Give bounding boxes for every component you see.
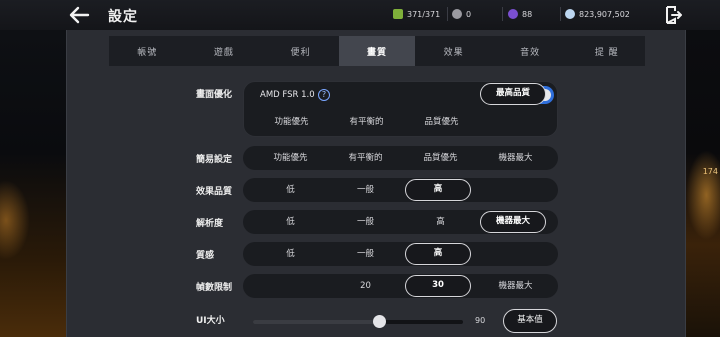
effect-quality-label: 效果品質 — [196, 187, 233, 197]
tab-sound[interactable]: 音效 — [492, 36, 569, 66]
top-bar: 設定 371/371 0 88 823,907,502 — [0, 0, 720, 30]
effect-quality-row: 低 一般 高 — [243, 178, 558, 202]
texture-option-low[interactable]: 低 — [253, 242, 328, 266]
resource-value: 371/371 — [407, 9, 441, 19]
resolution-label: 解析度 — [196, 219, 224, 229]
ui-size-label: UI大小 — [196, 316, 225, 326]
fps-option-max[interactable]: 機器最大 — [478, 274, 553, 298]
resource-silver: 0 — [452, 7, 471, 21]
resolution-option-low[interactable]: 低 — [253, 210, 328, 234]
texture-option-normal[interactable]: 一般 — [328, 242, 403, 266]
ui-size-slider-fill — [253, 320, 379, 324]
settings-panel: 帳號 遊戲 便利 畫質 效果 音效 提 醒 畫面優化 AMD FSR 1.0 ?… — [66, 30, 686, 337]
ui-size-slider-thumb[interactable] — [373, 315, 386, 328]
ui-size-value: 90 — [475, 316, 486, 325]
effect-option-low[interactable]: 低 — [253, 178, 328, 202]
stamina-icon — [393, 9, 403, 19]
simple-option-balanced[interactable]: 有平衡的 — [328, 146, 403, 170]
background-number: 174 — [702, 167, 718, 176]
simple-option-quality[interactable]: 品質優先 — [403, 146, 478, 170]
resolution-option-max[interactable]: 機器最大 — [480, 211, 546, 233]
fsr-option-performance[interactable]: 功能優先 — [254, 110, 329, 134]
resolution-row: 低 一般 高 機器最大 — [243, 210, 558, 234]
resource-value: 0 — [466, 9, 472, 19]
effect-option-normal[interactable]: 一般 — [328, 178, 403, 202]
texture-row: 低 一般 高 — [243, 242, 558, 266]
page-title: 設定 — [108, 9, 138, 25]
reset-default-button[interactable]: 基本值 — [503, 309, 557, 333]
resolution-option-normal[interactable]: 一般 — [328, 210, 403, 234]
background-right: 174 — [686, 30, 720, 337]
tab-graphics[interactable]: 畫質 — [338, 36, 416, 66]
resolution-option-high[interactable]: 高 — [403, 210, 478, 234]
effect-option-high[interactable]: 高 — [405, 179, 471, 201]
tab-notifications[interactable]: 提 醒 — [568, 36, 645, 66]
exit-door-icon — [666, 6, 683, 24]
ui-size-slider-track[interactable] — [253, 320, 463, 324]
resource-diamond: 823,907,502 — [565, 7, 630, 21]
arrow-left-icon — [69, 6, 90, 24]
texture-option-high[interactable]: 高 — [405, 243, 471, 265]
resource-value: 88 — [522, 9, 533, 19]
fsr-option-balanced[interactable]: 有平衡的 — [329, 110, 404, 134]
simple-option-performance[interactable]: 功能優先 — [253, 146, 328, 170]
divider — [560, 7, 561, 21]
fps-limit-label: 幀數限制 — [196, 283, 233, 293]
divider — [447, 7, 448, 21]
fsr-option-quality[interactable]: 品質優先 — [404, 110, 479, 134]
tab-convenience[interactable]: 便利 — [262, 36, 339, 66]
silver-coin-icon — [452, 9, 462, 19]
exit-button[interactable] — [664, 5, 683, 25]
fps-limit-row: 20 30 機器最大 — [243, 274, 558, 298]
background-left — [0, 30, 66, 337]
quality-opt-label: 畫面優化 — [196, 90, 233, 100]
tab-effects[interactable]: 效果 — [415, 36, 492, 66]
tab-game[interactable]: 遊戲 — [186, 36, 263, 66]
fps-option-30[interactable]: 30 — [405, 275, 471, 297]
resource-stamina: 371/371 — [393, 7, 440, 21]
simple-settings-label: 簡易設定 — [196, 155, 233, 165]
simple-option-max[interactable]: 機器最大 — [478, 146, 553, 170]
resource-gem: 88 — [508, 7, 532, 21]
back-button[interactable] — [68, 5, 90, 25]
fsr-panel: AMD FSR 1.0 ? ON 功能優先 有平衡的 品質優先 最高品質 — [243, 81, 558, 137]
help-icon[interactable]: ? — [318, 89, 330, 101]
fsr-title: AMD FSR 1.0 — [260, 90, 315, 100]
texture-label: 質感 — [196, 251, 215, 261]
tab-bar: 帳號 遊戲 便利 畫質 效果 音效 提 醒 — [109, 36, 645, 66]
diamond-icon — [565, 9, 575, 19]
fps-option-20[interactable]: 20 — [328, 274, 403, 298]
tab-account[interactable]: 帳號 — [109, 36, 186, 66]
divider — [502, 7, 503, 21]
fsr-option-ultra[interactable]: 最高品質 — [480, 83, 546, 105]
simple-settings-row: 功能優先 有平衡的 品質優先 機器最大 — [243, 146, 558, 170]
purple-gem-icon — [508, 9, 518, 19]
resource-value: 823,907,502 — [579, 9, 630, 19]
